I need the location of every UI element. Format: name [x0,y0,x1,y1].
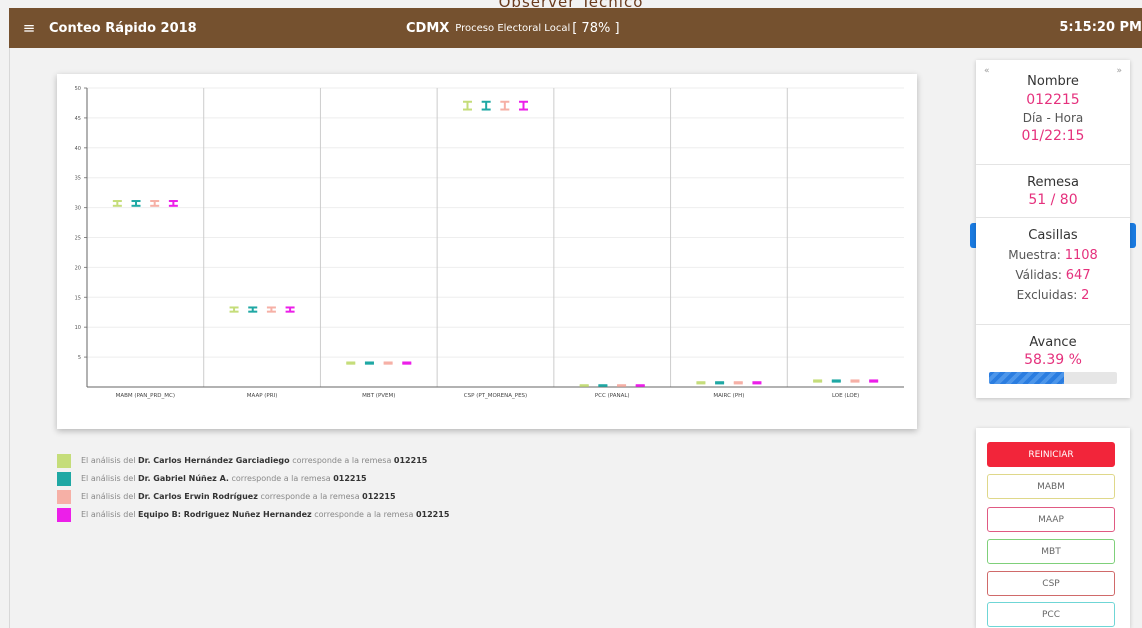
avance-section: Avance 58.39 % [976,325,1130,384]
top-bar: ≡ Conteo Rápido 2018 CDMX Proceso Electo… [9,8,1142,48]
app-title: Conteo Rápido 2018 [49,20,197,36]
avance-progress-bar [989,372,1117,384]
process-info: CDMX Proceso Electoral Local [ 78% ] [406,8,620,48]
legend-remesa: 012215 [333,474,367,483]
double-left-icon[interactable]: « [984,66,990,76]
legend-middle: corresponde a la remesa [231,474,331,483]
y-tick-label: 25 [75,236,81,242]
excluidas-value: 2 [1081,288,1090,303]
x-tick-label: LOE (LOE) [832,393,859,399]
legend: El análisis del Dr. Carlos Hernández Gar… [57,452,917,524]
legend-analyst: Dr. Carlos Erwin Rodríguez [138,492,258,501]
x-tick-label: MAAP (PRI) [247,393,278,399]
dia-hora-value: 01/22:15 [1021,128,1085,144]
y-tick-label: 20 [75,265,81,271]
legend-swatch [57,453,71,468]
remesa-section: Remesa 51 / 80 [976,165,1130,218]
x-tick-label: CSP (PT_MORENA_PES) [464,393,527,399]
avance-progress-fill [989,372,1064,384]
y-tick-label: 40 [75,146,81,152]
muestra-value: 1108 [1064,248,1098,263]
legend-analyst: Equipo B: Rodriguez Nuñez Hernandez [138,510,312,519]
double-right-icon[interactable]: » [1116,66,1122,76]
legend-prefix: El análisis del [81,492,136,501]
mbt-button[interactable]: MBT [987,539,1115,564]
legend-prefix: El análisis del [81,510,136,519]
dia-hora-label: Día - Hora [1022,111,1084,125]
excluidas-label: Excluidas: [1016,288,1078,302]
legend-middle: corresponde a la remesa [314,510,414,519]
legend-remesa: 012215 [415,510,450,519]
legend-remesa: 012215 [362,492,396,501]
avance-label: Avance [1029,335,1077,350]
filter-buttons-card: REINICIAR MABM MAAP MBT CSP PCC [976,428,1130,628]
muestra-label: Muestra: [1008,248,1061,262]
y-tick-label: 50 [75,86,81,92]
mabm-button[interactable]: MABM [987,474,1115,499]
process-percent: [ 78% ] [572,20,620,36]
content-border [9,48,10,628]
legend-item: El análisis del Dr. Carlos Hernández Gar… [57,452,917,469]
hamburger-menu-icon[interactable]: ≡ [9,19,49,37]
state-label: CDMX [406,20,450,36]
chart-card: 5 10 15 20 25 30 35 40 45 50 MABM (PAN_PRD_MC) MAAP… [57,74,917,429]
nombre-value: 012215 [1026,92,1080,108]
info-card: « » Nombre 012215 Día - Hora 01/22:15 Re… [976,60,1130,398]
confidence-interval-chart: 5 10 15 20 25 30 35 40 45 50 MABM (PAN_PRD_MC) MAAP… [75,86,904,399]
pcc-button[interactable]: PCC [987,602,1115,627]
nombre-label: Nombre [1027,74,1079,89]
clock: 5:15:20 PM [1059,20,1142,35]
csp-button[interactable]: CSP [987,571,1115,596]
x-tick-label: MABM (PAN_PRD_MC) [116,393,175,399]
y-tick-label: 45 [75,116,81,122]
y-tick-label: 10 [75,325,81,331]
maap-button[interactable]: MAAP [987,507,1115,532]
legend-swatch [57,507,71,522]
avance-value: 58.39 % [1024,352,1082,368]
legend-item: El análisis del Dr. Carlos Erwin Rodrígu… [57,488,917,505]
legend-swatch [57,471,71,486]
casillas-label: Casillas [1028,228,1078,243]
legend-analyst: Dr. Gabriel Núñez A. [138,474,229,483]
y-tick-label: 30 [75,206,81,212]
y-tick-label: 15 [75,295,81,301]
validas-row: Válidas: 647 [976,268,1130,283]
legend-middle: corresponde a la remesa [292,456,392,465]
legend-item: El análisis del Equipo B: Rodriguez Nuñe… [57,506,917,523]
remesa-label: Remesa [1027,175,1079,190]
legend-analyst: Dr. Carlos Hernández Garciadiego [138,456,290,465]
muestra-row: Muestra: 1108 [976,248,1130,263]
legend-prefix: El análisis del [81,456,136,465]
validas-label: Válidas: [1015,268,1062,282]
x-tick-label: PCC (PANAL) [595,393,630,399]
legend-swatch [57,489,71,504]
reset-button[interactable]: REINICIAR [987,442,1115,467]
legend-item: El análisis del Dr. Gabriel Núñez A. cor… [57,470,917,487]
validas-value: 647 [1065,268,1091,283]
legend-remesa: 012215 [393,456,428,465]
legend-middle: corresponde a la remesa [260,492,360,501]
legend-prefix: El análisis del [81,474,136,483]
casillas-section: Casillas Muestra: 1108 Válidas: 647 Excl… [976,218,1130,325]
process-label: Proceso Electoral Local [455,22,571,34]
y-tick-label: 35 [75,176,81,182]
x-tick-label: MAIRC (PH) [713,393,744,399]
x-tick-label: MBT (PVEM) [362,393,395,399]
y-tick-label: 5 [78,355,81,361]
excluidas-row: Excluidas: 2 [976,288,1130,303]
nombre-section: Nombre 012215 Día - Hora 01/22:15 [976,60,1130,165]
remesa-value: 51 / 80 [1028,192,1078,208]
